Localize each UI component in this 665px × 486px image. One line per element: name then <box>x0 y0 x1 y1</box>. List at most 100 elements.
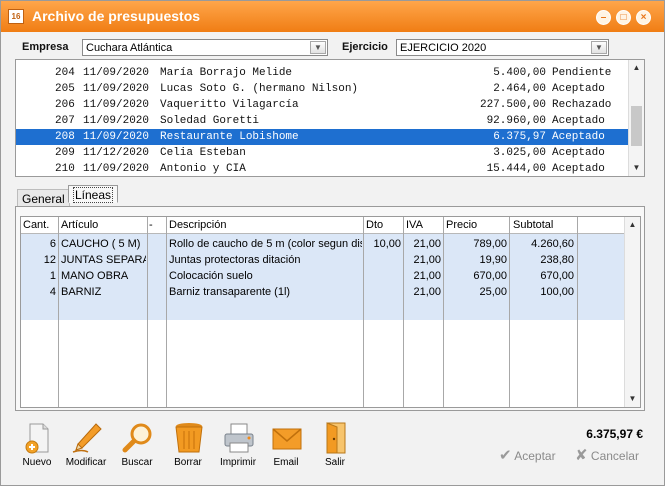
header-articulo[interactable]: Artículo <box>61 219 98 231</box>
header-subtotal[interactable]: Subtotal <box>513 219 553 231</box>
budget-client: Soledad Goretti <box>160 115 260 127</box>
total-amount: 6.375,97 € <box>586 427 643 441</box>
trash-bin-icon <box>175 423 203 453</box>
scroll-down-icon[interactable]: ▼ <box>629 161 644 175</box>
empresa-label: Empresa <box>22 41 69 53</box>
cross-icon: ✘ <box>575 447 588 464</box>
cell-descripcion: Colocación suelo <box>169 270 253 282</box>
budget-date: 11/12/2020 <box>83 147 150 159</box>
envelope-icon <box>272 428 302 450</box>
delete-button[interactable]: Borrar <box>163 419 213 471</box>
header-precio[interactable]: Precio <box>446 219 477 231</box>
header-iva[interactable]: IVA <box>406 219 423 231</box>
budget-number: 208 <box>55 131 75 143</box>
budget-amount: 92.960,00 <box>486 115 546 127</box>
grid-scrollbar[interactable]: ▲ ▼ <box>624 217 640 407</box>
budget-list[interactable]: 204 11/09/2020 María Borrajo Melide 5.40… <box>15 59 645 177</box>
table-row[interactable]: 6 CAUCHO ( 5 M) Rollo de caucho de 5 m (… <box>21 236 626 252</box>
minimize-icon[interactable]: – <box>596 10 611 25</box>
cell-descripcion: Barniz transaparente (1l) <box>169 286 291 298</box>
table-row[interactable]: 12 JUNTAS SEPARA Juntas protectoras dita… <box>21 252 626 268</box>
maximize-icon[interactable]: □ <box>616 10 631 25</box>
cell-articulo: MANO OBRA <box>61 270 129 282</box>
check-icon: ✔ <box>499 447 512 464</box>
header-dto[interactable]: Dto <box>366 219 383 231</box>
cell-descripcion: Juntas protectoras ditación <box>169 254 301 266</box>
cell-precio: 25,00 <box>479 286 507 298</box>
list-item[interactable]: 204 11/09/2020 María Borrajo Melide 5.40… <box>16 65 628 81</box>
cell-dto: 10,00 <box>373 238 401 250</box>
edit-label: Modificar <box>65 457 107 468</box>
header-dash[interactable]: - <box>149 219 153 231</box>
budget-amount: 3.025,00 <box>493 147 546 159</box>
cell-iva: 21,00 <box>413 286 441 298</box>
list-scrollbar[interactable]: ▲ ▼ <box>628 60 644 176</box>
list-item[interactable]: 210 11/09/2020 Antonio y CIA 15.444,00 A… <box>16 161 628 176</box>
budget-status: Aceptado <box>552 115 605 127</box>
chevron-down-icon[interactable]: ▼ <box>591 41 607 54</box>
budget-status: Aceptado <box>552 131 605 143</box>
list-item[interactable]: 209 11/12/2020 Celia Esteban 3.025,00 Ac… <box>16 145 628 161</box>
edit-button[interactable]: Modificar <box>61 419 111 471</box>
scroll-down-icon[interactable]: ▼ <box>625 392 640 406</box>
list-item[interactable]: 205 11/09/2020 Lucas Soto G. (hermano Ni… <box>16 81 628 97</box>
ejercicio-label: Ejercicio <box>342 41 388 53</box>
budget-status: Aceptado <box>552 147 605 159</box>
budget-archive-window: 16 Archivo de presupuestos – □ × Empresa… <box>0 0 665 486</box>
table-row[interactable]: 4 BARNIZ Barniz transaparente (1l) 21,00… <box>21 284 626 300</box>
accept-button[interactable]: ✔ Aceptar <box>499 446 556 466</box>
budget-date: 11/09/2020 <box>83 67 150 79</box>
exit-button[interactable]: Salir <box>310 419 360 471</box>
cell-articulo: JUNTAS SEPARA <box>61 254 146 266</box>
budget-number: 209 <box>55 147 75 159</box>
list-item-selected[interactable]: 208 11/09/2020 Restaurante Lobishome 6.3… <box>16 129 628 145</box>
email-button[interactable]: Email <box>261 419 311 471</box>
budget-amount: 2.464,00 <box>493 83 546 95</box>
cancel-button[interactable]: ✘ Cancelar <box>575 446 639 466</box>
budget-number: 210 <box>55 163 75 175</box>
scroll-up-icon[interactable]: ▲ <box>625 218 640 232</box>
cell-precio: 670,00 <box>473 270 507 282</box>
list-item[interactable]: 207 11/09/2020 Soledad Goretti 92.960,00… <box>16 113 628 129</box>
title-bar[interactable]: 16 Archivo de presupuestos – □ × <box>1 1 664 32</box>
budget-client: Celia Esteban <box>160 147 246 159</box>
print-button[interactable]: Imprimir <box>213 419 263 471</box>
tab-lineas[interactable]: Líneas <box>68 185 119 203</box>
header-cant[interactable]: Cant. <box>23 219 49 231</box>
empresa-select[interactable]: Cuchara Atlántica ▼ <box>82 39 328 56</box>
budget-date: 11/09/2020 <box>83 83 150 95</box>
cell-iva: 21,00 <box>413 270 441 282</box>
window-title: Archivo de presupuestos <box>32 8 201 24</box>
new-document-icon <box>25 423 49 454</box>
cell-cant: 4 <box>49 286 56 298</box>
email-label: Email <box>273 457 299 468</box>
cancel-label: Cancelar <box>590 449 639 463</box>
budget-client: Antonio y CIA <box>160 163 246 175</box>
table-row[interactable]: 1 MANO OBRA Colocación suelo 21,00 670,0… <box>21 268 626 284</box>
lines-grid[interactable]: Cant. Artículo - Descripción Dto IVA Pre… <box>20 216 641 408</box>
budget-date: 11/09/2020 <box>83 115 150 127</box>
header-descripcion[interactable]: Descripción <box>169 219 226 231</box>
pencil-icon <box>72 423 102 453</box>
chevron-down-icon[interactable]: ▼ <box>310 41 326 54</box>
budget-amount: 15.444,00 <box>486 163 546 175</box>
search-label: Buscar <box>121 457 153 468</box>
budget-amount: 6.375,97 <box>493 131 546 143</box>
search-button[interactable]: Buscar <box>112 419 162 471</box>
cell-articulo: BARNIZ <box>61 286 102 298</box>
exit-door-icon <box>326 422 346 454</box>
cell-cant: 1 <box>49 270 56 282</box>
budget-number: 205 <box>55 83 75 95</box>
tab-general[interactable]: General <box>17 189 70 207</box>
ejercicio-select[interactable]: EJERCICIO 2020 ▼ <box>396 39 609 56</box>
list-item[interactable]: 206 11/09/2020 Vaqueritto Vilagarcía 227… <box>16 97 628 113</box>
scroll-thumb[interactable] <box>631 106 642 146</box>
close-icon[interactable]: × <box>636 10 651 25</box>
scroll-up-icon[interactable]: ▲ <box>629 61 644 75</box>
cell-descripcion: Rollo de caucho de 5 m (color segun dis <box>169 238 362 250</box>
tab-lineas-label: Líneas <box>73 187 114 203</box>
budget-status: Aceptado <box>552 163 605 175</box>
budget-amount: 5.400,00 <box>493 67 546 79</box>
printer-icon <box>224 423 254 453</box>
new-button[interactable]: Nuevo <box>12 419 62 471</box>
